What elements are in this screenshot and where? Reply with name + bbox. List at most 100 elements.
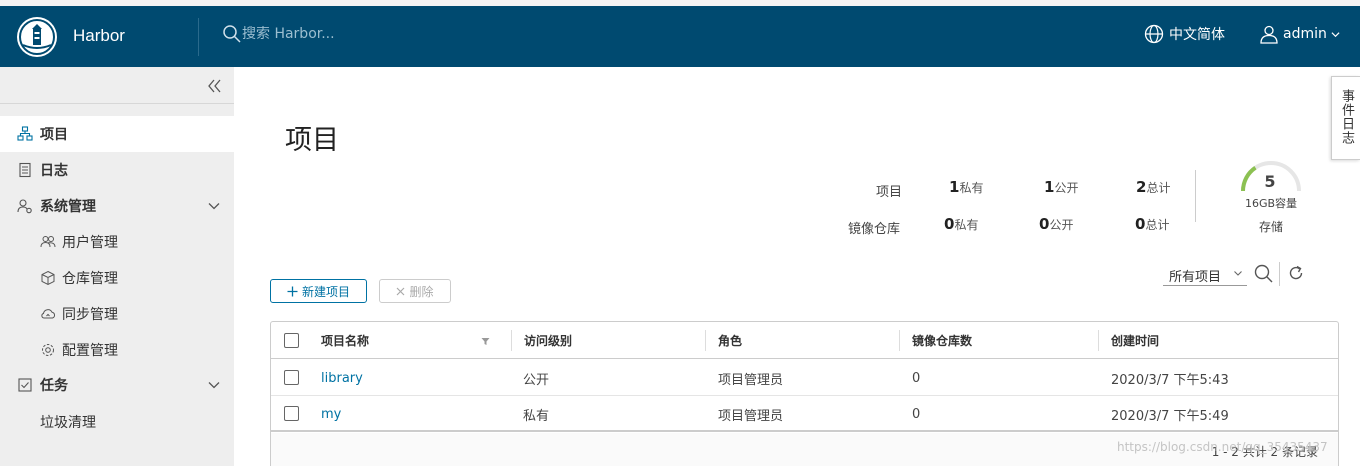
replication-icon [40, 306, 56, 322]
projects-icon [17, 126, 33, 142]
sidebar-item-registries[interactable]: 仓库管理 [0, 260, 234, 296]
page-title: 项目 [285, 125, 339, 156]
stats-divider [1195, 170, 1196, 222]
watermark: https://blog.csdn.net/qq_35435437 [1117, 440, 1328, 454]
close-icon [397, 287, 405, 295]
search-icon[interactable] [1254, 264, 1274, 284]
column-header-label: 访问级别 [524, 334, 573, 348]
header-divider [198, 18, 199, 56]
search-input[interactable] [242, 26, 442, 42]
project-name-link[interactable]: my [321, 396, 341, 432]
stat-projects-label: 项目 [876, 185, 903, 200]
user-menu[interactable]: admin [1259, 24, 1340, 44]
storage-capacity: 16GB容量 [1244, 197, 1298, 210]
sidebar-item-users[interactable]: 用户管理 [0, 224, 234, 260]
sidebar-item-label: 任务 [40, 378, 68, 394]
globe-icon [1144, 24, 1164, 44]
sidebar-item-projects[interactable]: 项目 [0, 116, 234, 152]
chevron-down-icon [1331, 31, 1340, 37]
users-icon [40, 234, 56, 250]
project-name-link[interactable]: library [321, 360, 363, 396]
configuration-icon [40, 342, 56, 358]
column-header-access[interactable]: 访问级别 [511, 330, 706, 351]
global-search[interactable] [222, 24, 442, 44]
column-header-label: 创建时间 [1111, 334, 1160, 348]
sidebar-item-label: 配置管理 [62, 343, 118, 359]
stat-repos-label: 镜像仓库 [848, 222, 901, 237]
sidebar-item-configuration[interactable]: 配置管理 [0, 332, 234, 368]
delete-label: 删除 [409, 284, 434, 299]
repo-count: 0 [912, 370, 921, 386]
project-filter-select[interactable]: 所有项目 [1163, 262, 1247, 286]
row-checkbox[interactable] [284, 406, 299, 421]
brand-name[interactable]: Harbor [73, 26, 125, 46]
table-row[interactable]: my 私有 项目管理员 0 2020/3/7 下午5:49 [271, 396, 1338, 432]
sidebar-item-label: 系统管理 [40, 199, 96, 215]
refresh-icon[interactable] [1287, 264, 1305, 282]
table-row[interactable]: library 公开 项目管理员 0 2020/3/7 下午5:43 [271, 360, 1338, 396]
search-icon [223, 25, 241, 43]
sidebar-item-label: 项目 [40, 127, 68, 143]
gauge-fill [1241, 166, 1257, 192]
column-header-label: 项目名称 [321, 334, 370, 348]
event-log-tab[interactable]: 事件日志 [1331, 76, 1360, 160]
role: 项目管理员 [718, 372, 784, 388]
sidebar: 项目 日志 系统管理 用户管理 仓库管理 同步管理 配置管理 任务 垃圾清理 [0, 67, 234, 466]
collapse-sidebar-icon[interactable] [207, 78, 223, 94]
tasks-icon [17, 377, 33, 393]
event-log-label: 事件日志 [1339, 89, 1354, 145]
filter-select-value: 所有项目 [1169, 270, 1222, 285]
delete-button[interactable]: 删除 [379, 279, 451, 303]
stat-projects-total: 2总计 [1136, 178, 1171, 196]
sidebar-collapse-bar [0, 67, 234, 104]
chevron-down-icon [1234, 271, 1242, 276]
harbor-logo-icon[interactable] [17, 17, 57, 57]
chevron-down-icon[interactable] [207, 199, 221, 213]
username: admin [1283, 26, 1327, 42]
column-header-name[interactable]: 项目名称 [309, 322, 511, 359]
access-level: 公开 [523, 372, 550, 388]
chevron-down-icon[interactable] [207, 378, 221, 392]
column-header-created[interactable]: 创建时间 [1098, 330, 1338, 351]
stat-projects-public: 1公开 [1044, 178, 1079, 196]
sidebar-item-label: 仓库管理 [62, 271, 118, 287]
user-icon [1260, 25, 1278, 44]
sidebar-item-system-admin[interactable]: 系统管理 [0, 188, 234, 224]
logs-icon [17, 162, 33, 178]
storage-label: 存储 [1258, 220, 1283, 234]
row-checkbox[interactable] [284, 370, 299, 385]
registry-icon [40, 270, 56, 286]
storage-value: 5 [1264, 172, 1276, 191]
repo-count: 0 [912, 406, 921, 422]
column-header-label: 角色 [718, 334, 743, 348]
language-label: 中文简体 [1169, 27, 1225, 43]
table-header: 项目名称 访问级别 角色 镜像仓库数 创建时间 [271, 322, 1338, 359]
stat-projects-private: 1私有 [949, 178, 984, 196]
sidebar-item-garbage-collection[interactable]: 垃圾清理 [0, 404, 234, 440]
creation-time: 2020/3/7 下午5:49 [1111, 408, 1229, 424]
top-navigation-bar: Harbor 中文简体 admin [0, 6, 1360, 67]
sidebar-item-label: 垃圾清理 [40, 415, 96, 431]
stat-repos-total: 0总计 [1135, 215, 1170, 233]
filter-icon[interactable] [481, 337, 490, 346]
creation-time: 2020/3/7 下午5:43 [1111, 372, 1229, 388]
plus-icon [287, 286, 298, 296]
sidebar-item-label: 用户管理 [62, 235, 118, 251]
system-admin-icon [17, 198, 33, 214]
access-level: 私有 [523, 408, 550, 424]
toolbar-divider [1279, 262, 1280, 286]
stat-repos-public: 0公开 [1039, 215, 1074, 233]
sidebar-item-logs[interactable]: 日志 [0, 152, 234, 188]
new-project-label: 新建项目 [301, 284, 350, 299]
select-all-checkbox[interactable] [284, 333, 299, 348]
language-selector[interactable]: 中文简体 [1144, 24, 1225, 44]
role: 项目管理员 [718, 408, 784, 424]
new-project-button[interactable]: 新建项目 [270, 279, 367, 303]
column-header-role[interactable]: 角色 [705, 330, 900, 351]
sidebar-item-label: 同步管理 [62, 307, 118, 323]
sidebar-item-tasks[interactable]: 任务 [0, 367, 234, 403]
column-header-label: 镜像仓库数 [912, 334, 973, 348]
sidebar-item-replications[interactable]: 同步管理 [0, 296, 234, 332]
column-header-repo-count[interactable]: 镜像仓库数 [899, 330, 1099, 351]
sidebar-item-label: 日志 [40, 163, 68, 179]
